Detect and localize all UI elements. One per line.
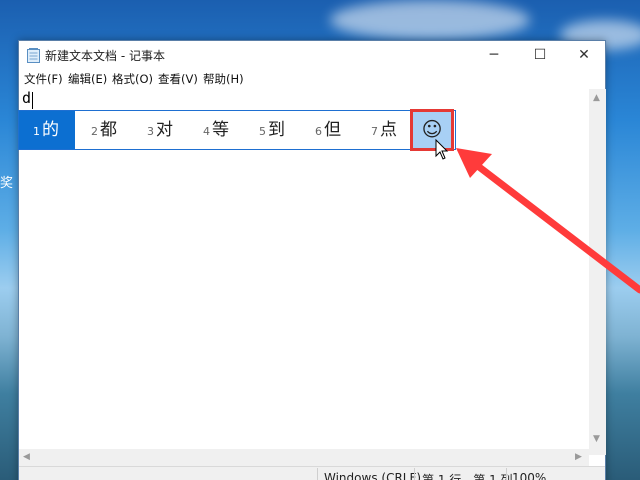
candidate-number: 2 xyxy=(91,125,98,138)
menu-edit[interactable]: 编辑(E) xyxy=(68,71,107,87)
menu-bar: 文件(F) 编辑(E) 格式(O) 查看(V) 帮助(H) xyxy=(19,69,605,89)
menu-help[interactable]: 帮助(H) xyxy=(203,71,244,87)
candidate-number: 4 xyxy=(203,125,210,138)
ime-candidate-5[interactable]: 5到 xyxy=(259,111,285,149)
candidate-text: 对 xyxy=(156,120,173,140)
menu-format[interactable]: 格式(O) xyxy=(112,71,153,87)
editor-content: d xyxy=(22,89,32,107)
scroll-right-icon[interactable]: ▶ xyxy=(575,452,582,462)
status-divider xyxy=(414,468,415,480)
scroll-down-icon[interactable]: ▼ xyxy=(593,434,600,444)
ime-candidate-3[interactable]: 3对 xyxy=(147,111,173,149)
scroll-left-icon[interactable]: ◀ xyxy=(23,452,30,462)
notepad-icon xyxy=(27,48,40,63)
candidate-number: 5 xyxy=(259,125,266,138)
candidate-text: 的 xyxy=(42,120,59,140)
menu-file[interactable]: 文件(F) xyxy=(24,71,63,87)
candidate-text: 都 xyxy=(100,120,117,140)
candidate-text: 点 xyxy=(380,120,397,140)
ime-candidate-1[interactable]: 1的 xyxy=(19,111,75,149)
smiley-icon: ☺ xyxy=(421,117,443,141)
desktop-cloud xyxy=(330,0,530,40)
vertical-scrollbar[interactable]: ▲ ▼ xyxy=(589,89,606,455)
ime-emoji-button[interactable]: ☺ xyxy=(410,109,454,151)
candidate-number: 7 xyxy=(371,125,378,138)
notepad-window: 新建文本文档 - 记事本 ─ ☐ ✕ 文件(F) 编辑(E) 格式(O) 查看(… xyxy=(18,40,606,480)
status-divider xyxy=(317,468,318,480)
window-title: 新建文本文档 - 记事本 xyxy=(45,49,165,63)
ime-candidate-6[interactable]: 6但 xyxy=(315,111,341,149)
candidate-number: 6 xyxy=(315,125,322,138)
minimize-button[interactable]: ─ xyxy=(471,41,517,69)
candidate-text: 到 xyxy=(268,120,285,140)
candidate-text: 但 xyxy=(324,120,341,140)
status-zoom: 100% xyxy=(512,471,547,480)
ime-candidate-7[interactable]: 7点 xyxy=(371,111,397,149)
ime-candidate-2[interactable]: 2都 xyxy=(91,111,117,149)
text-caret xyxy=(32,92,33,109)
ime-candidate-bar: 1的 2都 3对 4等 5到 6但 7点 xyxy=(18,110,456,150)
title-bar[interactable]: 新建文本文档 - 记事本 ─ ☐ ✕ xyxy=(19,41,605,69)
status-cursor-position: 第 1 行，第 1 列 xyxy=(422,473,513,480)
ime-candidate-4[interactable]: 4等 xyxy=(203,111,229,149)
status-bar: Windows (CRLF) 第 1 行，第 1 列 100% xyxy=(19,466,605,480)
candidate-number: 3 xyxy=(147,125,154,138)
maximize-button[interactable]: ☐ xyxy=(517,41,563,69)
menu-view[interactable]: 查看(V) xyxy=(158,71,198,87)
close-button[interactable]: ✕ xyxy=(561,41,607,69)
horizontal-scrollbar[interactable]: ◀ ▶ xyxy=(19,449,589,466)
candidate-number: 1 xyxy=(33,125,40,138)
status-line-ending: Windows (CRLF) xyxy=(324,471,422,480)
scroll-up-icon[interactable]: ▲ xyxy=(593,93,600,103)
candidate-text: 等 xyxy=(212,120,229,140)
desktop-icon-label[interactable]: 奖 xyxy=(0,172,13,191)
status-divider xyxy=(506,468,507,480)
